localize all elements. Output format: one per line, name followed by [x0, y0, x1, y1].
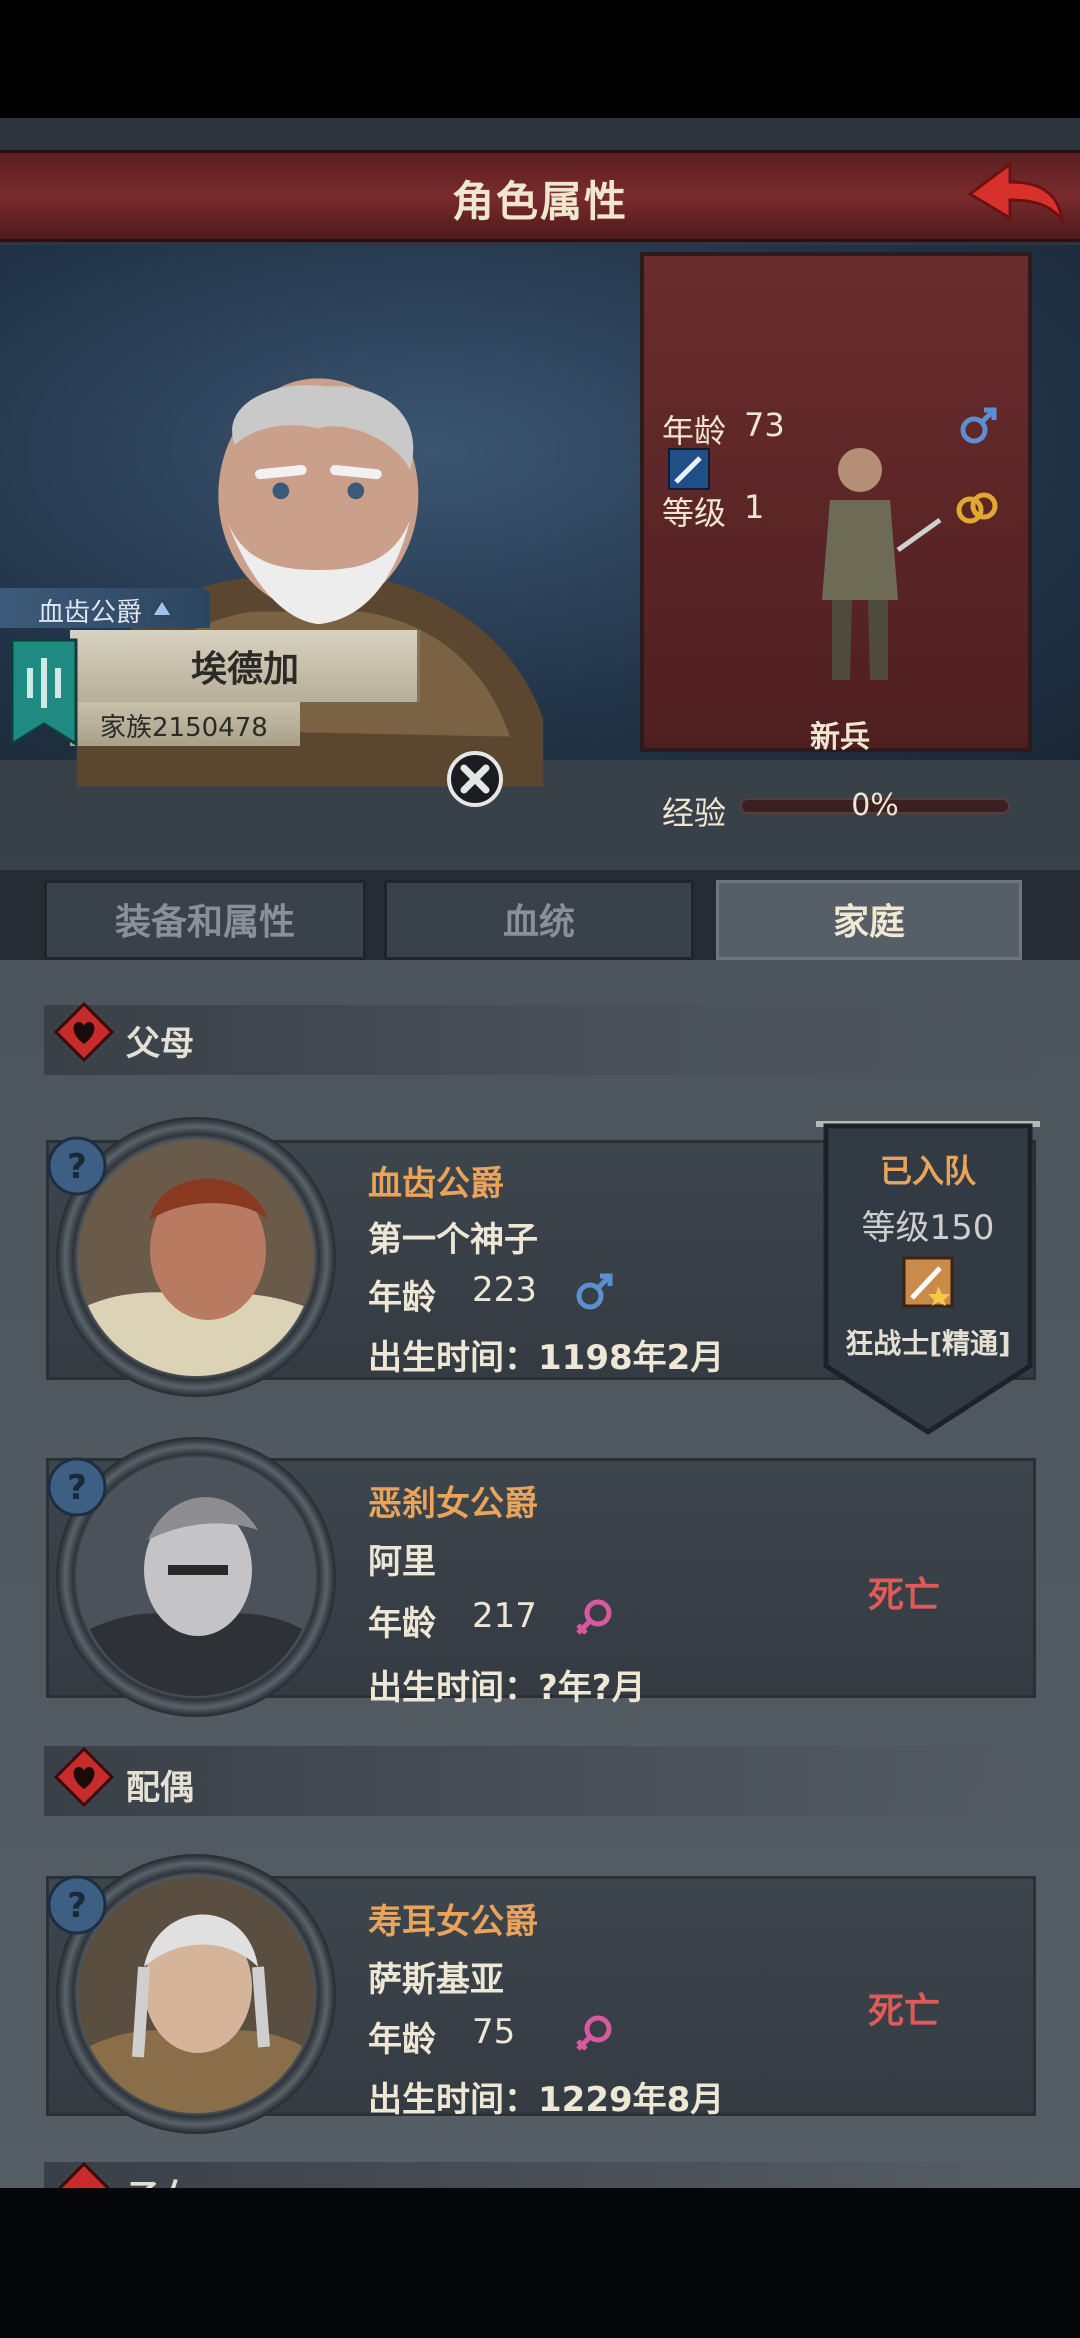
- member-title: 寿耳女公爵: [368, 1902, 538, 1942]
- member-birth: 出生时间：1198年2月: [368, 1338, 725, 1378]
- section-title-parents: 父母: [126, 1024, 194, 1064]
- pennant-level-label: 等级: [861, 1208, 930, 1248]
- tab-equipment[interactable]: 装备和属性: [44, 880, 366, 960]
- heart-icon: [57, 2161, 111, 2188]
- member-birth: 出生时间：?年?月: [368, 1668, 646, 1708]
- question-icon[interactable]: ?: [46, 1456, 108, 1518]
- question-icon[interactable]: ?: [46, 1874, 108, 1936]
- avatar: [78, 1140, 314, 1376]
- svg-text:?: ?: [67, 1147, 87, 1187]
- exp-label: 经验: [662, 794, 727, 832]
- level-label: 等级: [662, 494, 727, 532]
- member-title: 血齿公爵: [368, 1164, 504, 1204]
- page-title: 角色属性: [451, 177, 628, 226]
- children-header-clip: 子女: [44, 2160, 1044, 2188]
- member-status-dead: 死亡: [868, 1575, 941, 1616]
- section-title-children: 子女: [126, 2170, 194, 2188]
- section-title-spouse: 配偶: [126, 1768, 194, 1808]
- exp-value: 0%: [851, 788, 899, 823]
- member-status-dead: 死亡: [868, 1991, 941, 2032]
- sword-class-icon: [668, 448, 710, 490]
- member-title: 恶刹女公爵: [368, 1484, 538, 1524]
- member-name: 第一个神子: [368, 1220, 538, 1260]
- svg-text:?: ?: [67, 1468, 87, 1508]
- unit-name: 新兵: [810, 720, 870, 755]
- member-age-label: 年龄: [368, 1278, 436, 1318]
- status-bar: [0, 0, 1080, 118]
- member-age-label: 年龄: [368, 2020, 436, 2060]
- navigation-bar: [0, 2188, 1080, 2338]
- family-id: 家族2150478: [100, 713, 268, 743]
- berserker-class-icon: [902, 1256, 954, 1308]
- section-header-spouse: [44, 1746, 1044, 1816]
- member-name: 阿里: [368, 1542, 436, 1582]
- remove-icon[interactable]: [446, 750, 504, 808]
- rank-icon: [150, 598, 174, 617]
- tab-family[interactable]: 家庭: [716, 880, 1022, 960]
- female-icon: [576, 2015, 612, 2051]
- back-arrow-icon[interactable]: [966, 154, 1066, 234]
- member-age: 217: [472, 1596, 537, 1636]
- pennant-status: 已入队: [879, 1152, 976, 1190]
- section-header-parents: [44, 1005, 1044, 1075]
- svg-text:?: ?: [67, 1886, 87, 1926]
- tab-bloodline[interactable]: 血统: [384, 880, 694, 960]
- pennant-level-value: 150: [929, 1208, 995, 1248]
- member-name: 萨斯基亚: [368, 1960, 504, 2000]
- pennant-level: 等级150: [812, 1200, 1044, 1249]
- member-age: 223: [472, 1270, 537, 1310]
- level-value: 1: [744, 488, 765, 526]
- member-age: 75: [472, 2012, 516, 2052]
- heart-icon: [53, 1001, 115, 1063]
- age-label: 年龄: [662, 412, 727, 450]
- question-icon[interactable]: ?: [46, 1135, 108, 1197]
- character-name: 埃德加: [190, 649, 299, 690]
- member-age-label: 年龄: [368, 1604, 436, 1644]
- pennant-class: 狂战士[精通]: [845, 1327, 1011, 1360]
- member-birth: 出生时间：1229年8月: [368, 2080, 725, 2120]
- male-icon: [960, 407, 997, 444]
- heart-icon: [53, 1746, 115, 1808]
- female-icon: [576, 1599, 612, 1635]
- avatar: [78, 1877, 314, 2113]
- unit-figure: [822, 448, 942, 680]
- clan-banner-icon: [10, 638, 78, 746]
- rings-icon: [956, 492, 998, 524]
- male-icon: [576, 1273, 613, 1310]
- avatar: [78, 1460, 314, 1696]
- character-title: 血齿公爵: [38, 598, 143, 628]
